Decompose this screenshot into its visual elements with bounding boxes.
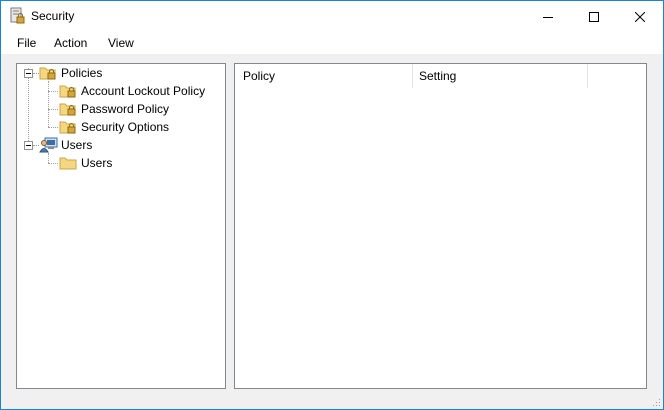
maximize-icon	[589, 11, 599, 22]
title-bar[interactable]: Security	[1, 1, 663, 32]
list-pane[interactable]: Policy Setting	[234, 63, 647, 389]
folder-lock-icon	[39, 67, 56, 80]
tree-node-label: Users	[61, 138, 93, 152]
tree-connector	[48, 81, 49, 127]
minimize-button[interactable]	[525, 1, 571, 32]
folder-lock-icon	[59, 103, 76, 116]
security-window: Security File Action View Policies Accou…	[0, 0, 664, 410]
window-title: Security	[31, 9, 75, 23]
folder-icon	[59, 157, 77, 170]
column-divider[interactable]	[587, 64, 588, 88]
column-header-label: Setting	[419, 69, 457, 83]
close-button[interactable]	[617, 1, 663, 32]
users-computer-icon	[39, 137, 58, 153]
tree-connector	[48, 127, 58, 128]
tree-pane[interactable]: Policies Account Lockout Policy Password…	[16, 63, 226, 389]
tree-connector	[28, 68, 29, 145]
column-header-label: Policy	[243, 69, 276, 83]
menu-file[interactable]: File	[17, 36, 36, 50]
policies-collapse-toggle[interactable]	[24, 69, 33, 78]
tree-connector	[48, 109, 58, 110]
tree-node-password-policy[interactable]: Password Policy	[59, 100, 169, 118]
folder-lock-icon	[59, 85, 76, 98]
minimize-icon	[543, 16, 553, 18]
menu-action[interactable]: Action	[54, 36, 87, 50]
tree-node-label: Users	[81, 156, 113, 170]
resize-grip-icon[interactable]	[651, 397, 661, 407]
tree-node-label: Account Lockout Policy	[81, 84, 206, 98]
close-icon	[635, 11, 645, 22]
tree-node-policies[interactable]: Policies	[39, 64, 102, 82]
security-policy-icon	[10, 7, 25, 24]
maximize-button[interactable]	[571, 1, 617, 32]
tree-node-users[interactable]: Users	[39, 136, 92, 154]
tree-node-security-options[interactable]: Security Options	[59, 118, 169, 136]
folder-lock-icon	[59, 121, 76, 134]
tree-node-account-lockout-policy[interactable]: Account Lockout Policy	[59, 82, 205, 100]
tree-connector	[48, 163, 58, 164]
column-header-setting[interactable]: Setting	[413, 64, 587, 88]
column-header-policy[interactable]: Policy	[237, 64, 412, 88]
tree-node-users-folder[interactable]: Users	[59, 154, 112, 172]
tree-connector	[48, 153, 49, 163]
menu-bar: File Action View	[1, 32, 663, 54]
menu-view[interactable]: View	[108, 36, 134, 50]
tree-node-label: Password Policy	[81, 102, 170, 116]
tree-node-label: Policies	[61, 66, 103, 80]
tree-connector	[48, 91, 58, 92]
users-collapse-toggle[interactable]	[24, 141, 33, 150]
tree-node-label: Security Options	[81, 120, 170, 134]
